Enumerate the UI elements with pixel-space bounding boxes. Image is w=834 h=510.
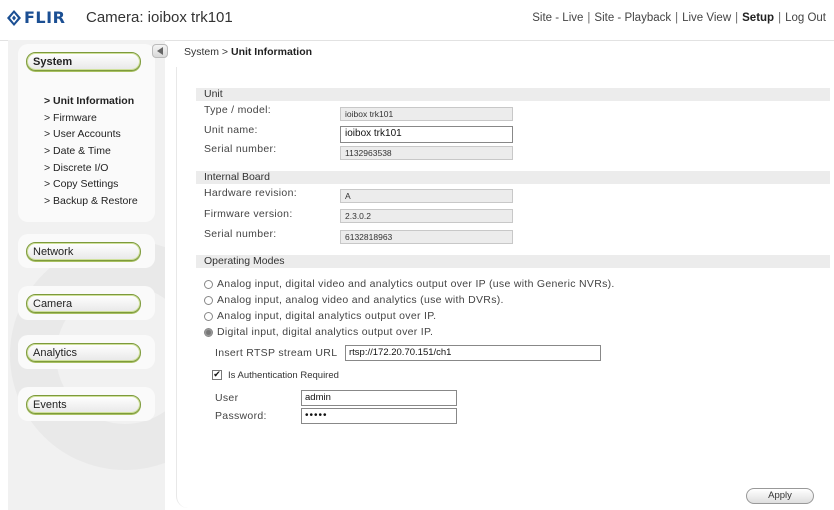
- nav-separator: |: [587, 12, 591, 24]
- board-serial-label: Serial number:: [204, 228, 277, 240]
- submenu-user-accounts[interactable]: > User Accounts: [44, 126, 138, 143]
- events-card: Events: [18, 387, 155, 421]
- radio-button[interactable]: [204, 295, 213, 305]
- unit-serial-value: 1132963538: [340, 146, 513, 160]
- operating-modes-heading: Operating Modes: [196, 255, 830, 268]
- top-nav: Site - Live | Site - Playback | Live Vie…: [532, 12, 826, 24]
- flir-diamond-icon: [7, 9, 21, 26]
- hardware-revision-value: A: [340, 189, 513, 203]
- nav-separator: |: [778, 12, 782, 24]
- submenu-firmware[interactable]: > Firmware: [44, 110, 138, 127]
- section-system-button[interactable]: System: [26, 52, 141, 71]
- radio-button-selected[interactable]: [204, 327, 213, 337]
- nav-separator: |: [735, 12, 739, 24]
- breadcrumb: System > Unit Information: [184, 46, 312, 58]
- password-input[interactable]: •••••: [301, 408, 457, 424]
- section-network-button[interactable]: Network: [26, 242, 141, 261]
- nav-separator: |: [675, 12, 679, 24]
- analytics-card: Analytics: [18, 335, 155, 369]
- radio-button[interactable]: [204, 279, 213, 289]
- unit-name-label: Unit name:: [204, 124, 258, 136]
- breadcrumb-current: Unit Information: [230, 46, 313, 58]
- camera-title: Camera: ioibox trk101: [86, 9, 233, 26]
- radio-button[interactable]: [204, 311, 213, 321]
- submenu-discrete-io[interactable]: > Discrete I/O: [44, 160, 138, 177]
- rtsp-url-label: Insert RTSP stream URL: [215, 347, 338, 359]
- camera-card: Camera: [18, 286, 155, 320]
- nav-site-live[interactable]: Site - Live: [532, 12, 583, 24]
- unit-heading: Unit: [196, 88, 830, 101]
- firmware-version-value: 2.3.0.2: [340, 209, 513, 223]
- mode-option-3[interactable]: Analog input, digital analytics output o…: [204, 310, 436, 322]
- network-card: Network: [18, 234, 155, 268]
- mode-option-label: Digital input, digital analytics output …: [217, 326, 434, 338]
- unit-serial-label: Serial number:: [204, 143, 277, 155]
- hardware-revision-label: Hardware revision:: [204, 187, 297, 199]
- firmware-version-label: Firmware version:: [204, 208, 293, 220]
- nav-log-out[interactable]: Log Out: [785, 12, 826, 24]
- arrow-left-icon: [157, 47, 163, 55]
- logo-text: FLIR: [24, 8, 66, 27]
- auth-required-label: Is Authentication Required: [228, 370, 339, 381]
- nav-live-view[interactable]: Live View: [682, 12, 731, 24]
- mode-option-1[interactable]: Analog input, digital video and analytic…: [204, 278, 615, 290]
- mode-option-4[interactable]: Digital input, digital analytics output …: [204, 326, 433, 338]
- mode-option-label: Analog input, digital analytics output o…: [217, 310, 437, 322]
- nav-setup[interactable]: Setup: [742, 12, 774, 24]
- rtsp-url-input[interactable]: rtsp://172.20.70.151/ch1: [345, 345, 601, 361]
- submenu-backup-restore[interactable]: > Backup & Restore: [44, 193, 138, 210]
- mode-option-2[interactable]: Analog input, analog video and analytics…: [204, 294, 504, 306]
- flir-logo: FLIR: [7, 8, 65, 27]
- submenu-date-time[interactable]: > Date & Time: [44, 143, 138, 160]
- section-analytics-button[interactable]: Analytics: [26, 343, 141, 362]
- mode-option-label: Analog input, digital video and analytic…: [217, 278, 615, 290]
- breadcrumb-parent: System >: [184, 46, 229, 58]
- user-input[interactable]: admin: [301, 390, 457, 406]
- type-model-value: ioibox trk101: [340, 107, 513, 121]
- password-label: Password:: [215, 410, 267, 422]
- type-model-label: Type / model:: [204, 104, 271, 116]
- internal-board-heading: Internal Board: [196, 171, 830, 184]
- submenu-unit-information[interactable]: > Unit Information: [44, 93, 138, 110]
- mode-option-label: Analog input, analog video and analytics…: [217, 294, 504, 306]
- section-events-button[interactable]: Events: [26, 395, 141, 414]
- nav-site-playback[interactable]: Site - Playback: [594, 12, 671, 24]
- auth-required-checkbox[interactable]: ✔: [212, 370, 222, 380]
- board-serial-value: 6132818963: [340, 230, 513, 244]
- collapse-sidebar-button[interactable]: [152, 44, 168, 58]
- top-bar: FLIR Camera: ioibox trk101 Site - Live |…: [0, 0, 834, 41]
- apply-button[interactable]: Apply: [746, 488, 814, 504]
- user-label: User: [215, 392, 239, 404]
- submenu-copy-settings[interactable]: > Copy Settings: [44, 176, 138, 193]
- section-camera-button[interactable]: Camera: [26, 294, 141, 313]
- system-submenu: > Unit Information > Firmware > User Acc…: [44, 93, 138, 210]
- unit-name-input[interactable]: ioibox trk101: [340, 126, 513, 143]
